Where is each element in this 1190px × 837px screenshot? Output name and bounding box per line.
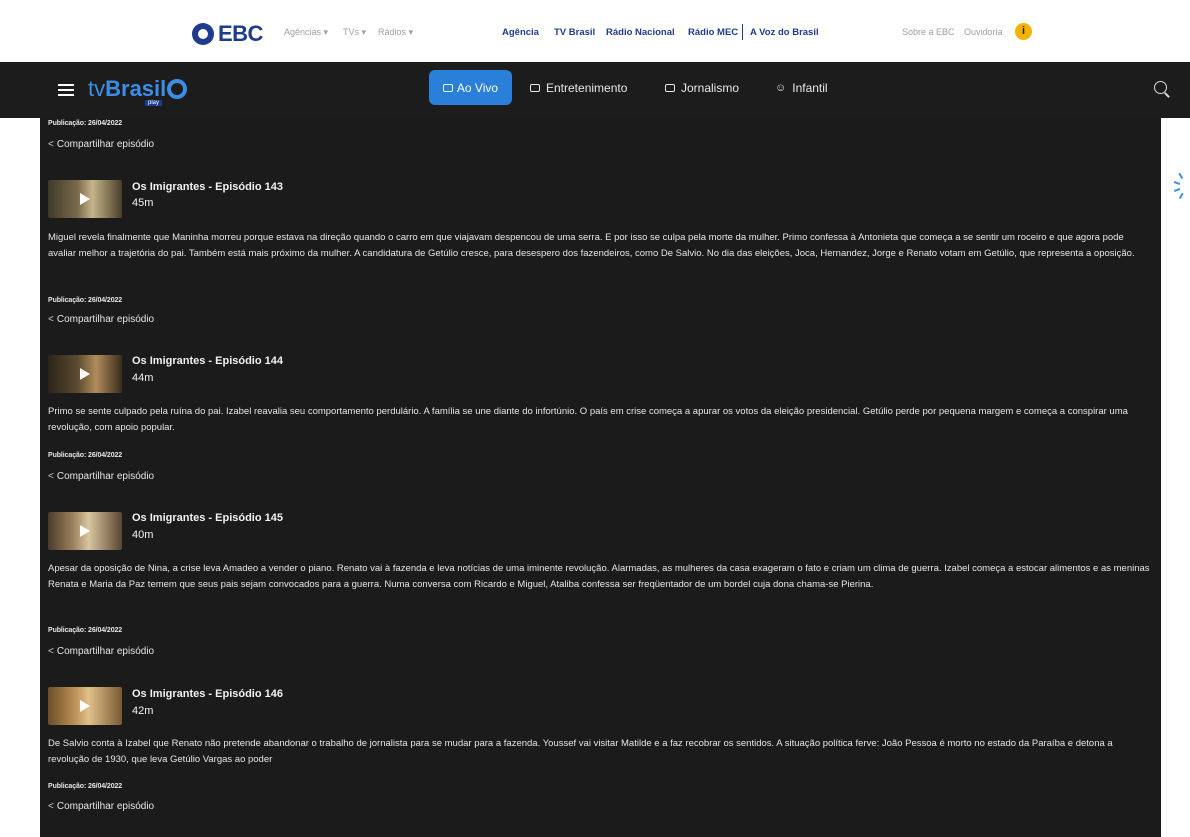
episode-duration: 45m [132,197,154,209]
nav-entretenimento-label: Entretenimento [546,81,628,95]
share-icon: < [48,646,54,657]
link-radio-mec[interactable]: Rádio MEC [688,27,738,38]
page-right-margin [1161,118,1190,837]
ebc-divider [742,24,743,40]
episode-title[interactable]: Os Imigrantes - Episódio 144 [132,355,283,367]
nav-ao-vivo-label: Ao Vivo [456,80,499,95]
link-ouvidoria[interactable]: Ouvidoria [964,27,1003,37]
episode-duration: 40m [132,529,154,541]
publication-date: Publicação: 26/04/2022 [48,452,123,459]
menu-icon[interactable] [58,84,74,96]
episode-thumbnail[interactable] [48,180,122,218]
episode-description: Miguel revela finalmente que Maninha mor… [48,232,1135,259]
nav-ao-vivo[interactable]: Ao Vivo [429,70,512,105]
episode-title[interactable]: Os Imigrantes - Episódio 146 [132,688,283,700]
episode-description: Primo se sente culpado pela ruína do pai… [48,406,1128,433]
link-agencia[interactable]: Agência [502,27,539,38]
agencias-dropdown[interactable]: Agências ▾ [284,27,328,38]
episode-thumbnail[interactable] [48,355,122,393]
play-icon [80,193,90,205]
share-episode-link[interactable]: < Compartilhar episódio [48,139,154,150]
episode-duration: 44m [132,372,154,384]
play-icon [80,700,90,712]
calendar-icon [530,84,540,92]
nav-entretenimento[interactable]: Entretenimento [530,81,627,95]
link-radio-nacional[interactable]: Rádio Nacional [606,27,675,38]
newspaper-icon [665,84,675,92]
nav-jornalismo[interactable]: Jornalismo [665,81,739,95]
share-icon: < [48,471,54,482]
link-sobre-ebc[interactable]: Sobre a EBC [902,27,955,37]
episode-list-panel [40,118,1161,837]
share-icon: < [48,139,54,150]
publication-date: Publicação: 26/04/2022 [48,297,123,304]
logo-brasil-text: Brasil [105,76,167,101]
logo-tv-text: tv [88,76,106,101]
smile-icon: ☺ [775,82,787,94]
tv-icon [442,83,453,92]
episode-thumbnail[interactable] [48,512,122,550]
share-label: Compartilhar episódio [56,139,155,150]
episode-title[interactable]: Os Imigrantes - Episódio 145 [132,512,283,524]
logo-play-badge: play [145,100,163,106]
share-icon: < [48,801,54,812]
search-icon[interactable] [1154,81,1167,94]
episode-description: De Salvio conta à Izabel que Renato não … [48,738,1113,765]
share-label: Compartilhar episódio [56,471,155,482]
tvbrasil-header: tv Brasil play Ao Vivo Entretenimento Jo… [0,62,1190,118]
nav-infantil-label: Infantil [792,81,828,95]
share-label: Compartilhar episódio [56,314,155,325]
publication-date: Publicação: 26/04/2022 [48,627,123,634]
logo-circle-icon [167,79,188,99]
episode-thumbnail[interactable] [48,687,122,725]
ebc-top-bar: EBC Agências ▾ TVs ▾ Rádios ▾ Agência TV… [0,0,1190,63]
share-episode-link[interactable]: < Compartilhar episódio [48,314,154,325]
ebc-logo[interactable]: EBC [192,21,263,46]
share-label: Compartilhar episódio [56,801,155,812]
episode-description: Apesar da oposição de Nina, a crise leva… [48,563,1150,590]
publication-date: Publicação: 26/04/2022 [48,783,123,790]
share-label: Compartilhar episódio [56,646,155,657]
play-icon [80,368,90,380]
publication-date: Publicação: 26/04/2022 [48,120,123,127]
ebc-logo-text: EBC [218,21,263,46]
play-icon [80,525,90,537]
episode-duration: 42m [132,705,154,717]
accessibility-icon[interactable]: i [1015,23,1032,40]
ebc-logo-icon [192,23,214,45]
loading-spinner-icon [1170,172,1190,199]
link-tv-brasil[interactable]: TV Brasil [554,27,595,38]
nav-jornalismo-label: Jornalismo [681,81,740,95]
share-episode-link[interactable]: < Compartilhar episódio [48,471,154,482]
share-episode-link[interactable]: < Compartilhar episódio [48,801,154,812]
link-a-voz-do-brasil[interactable]: A Voz do Brasil [750,27,819,38]
share-episode-link[interactable]: < Compartilhar episódio [48,646,154,657]
nav-infantil[interactable]: ☺ Infantil [775,81,828,95]
share-icon: < [48,314,54,325]
radios-dropdown[interactable]: Rádios ▾ [378,27,413,38]
tvs-dropdown[interactable]: TVs ▾ [343,27,366,38]
tvbrasil-logo[interactable]: tv Brasil play [88,74,188,106]
episode-title[interactable]: Os Imigrantes - Episódio 143 [132,181,283,193]
